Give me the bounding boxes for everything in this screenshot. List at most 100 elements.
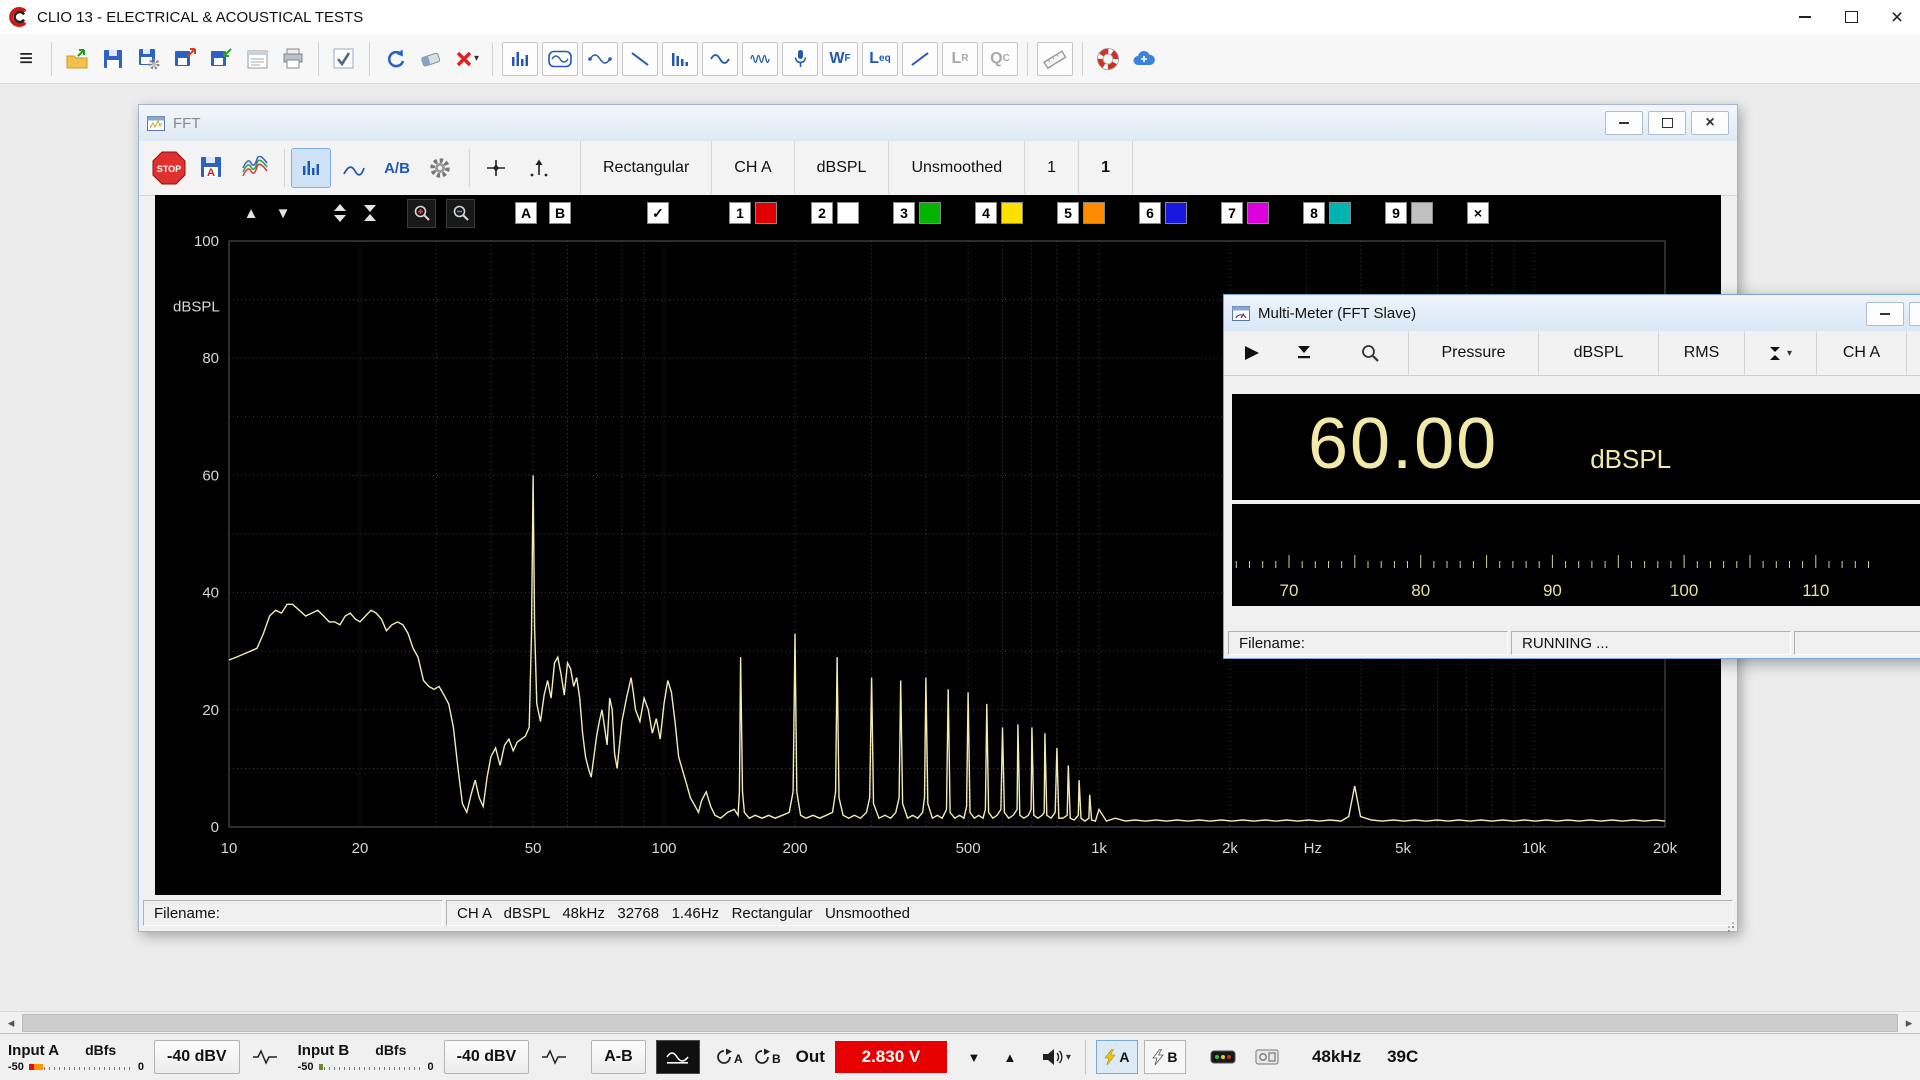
mm-channel-dropdown[interactable]: CH A [1816, 331, 1906, 375]
output-level-display[interactable]: 2.830 V [835, 1041, 947, 1073]
range-button[interactable]: ▾ [1744, 331, 1816, 375]
multimeter-minimize-button[interactable] [1866, 302, 1904, 326]
linearity-button[interactable] [902, 42, 938, 76]
delete-dropdown-caret[interactable]: ▾ [474, 53, 479, 64]
input-b-monitor-button[interactable] [535, 1041, 573, 1073]
marker-1-button[interactable]: 1 [729, 202, 751, 224]
marker-6-button[interactable]: 6 [1139, 202, 1161, 224]
quantity-dropdown[interactable]: Pressure [1408, 331, 1538, 375]
input-b-gain-button[interactable]: -40 dBV [444, 1040, 530, 1074]
undo-button[interactable] [377, 41, 413, 77]
fft-close-button[interactable]: × [1691, 111, 1729, 135]
level-meter-button[interactable] [1204, 1041, 1242, 1073]
fft-analyzer-button[interactable] [502, 42, 538, 76]
phantom-a-button[interactable]: A [1096, 1040, 1138, 1074]
shift-curve-up-button[interactable]: ▲ [241, 205, 261, 222]
loopback-a-button[interactable]: A [710, 1041, 748, 1073]
resize-grip[interactable] [1724, 918, 1734, 928]
delete-all-button[interactable]: ▾ [449, 41, 485, 77]
ab-difference-button[interactable]: A-B [591, 1040, 645, 1074]
erase-button[interactable] [413, 41, 449, 77]
oscilloscope-button[interactable] [542, 42, 578, 76]
loopback-b-button[interactable]: B [748, 1041, 786, 1073]
fft-settings-button[interactable] [420, 148, 460, 188]
magnify-button[interactable] [1348, 334, 1392, 372]
marker-8-color-swatch[interactable] [1329, 202, 1351, 224]
multimeter-maximize-button[interactable] [1909, 302, 1920, 326]
save-curve-button[interactable]: A [192, 148, 232, 188]
marker-4-color-swatch[interactable] [1001, 202, 1023, 224]
scroll-left-button[interactable]: ◂ [0, 1012, 22, 1034]
marker-3-color-swatch[interactable] [919, 202, 941, 224]
wow-flutter-button[interactable]: WF [822, 42, 858, 76]
load-button[interactable] [59, 41, 95, 77]
scrollbar-thumb[interactable] [22, 1014, 1898, 1032]
input-a-monitor-button[interactable] [246, 1041, 284, 1073]
maximize-button[interactable] [1828, 0, 1874, 34]
temperature-label[interactable]: 39C [1387, 1047, 1418, 1067]
peak-reset-button[interactable] [1282, 334, 1326, 372]
smoothing-dropdown[interactable]: Unsmoothed [888, 141, 1024, 195]
save-button[interactable] [95, 41, 131, 77]
notes-button[interactable] [239, 41, 275, 77]
fft-minimize-button[interactable] [1605, 111, 1643, 135]
expand-scale-button[interactable] [333, 204, 347, 222]
zoom-out-button[interactable] [446, 199, 475, 228]
marker-6-color-swatch[interactable] [1165, 202, 1187, 224]
detector-dropdown[interactable]: RMS [1658, 331, 1744, 375]
speaker-dropdown-caret[interactable]: ▾ [1066, 1052, 1071, 1063]
ruler-button[interactable] [1037, 42, 1073, 76]
audio-device-button[interactable] [1248, 1041, 1286, 1073]
narrowband-button[interactable] [291, 148, 331, 188]
verify-button[interactable] [326, 41, 362, 77]
fft-titlebar[interactable]: FFT × [139, 105, 1737, 141]
stop-button[interactable]: STOP [149, 148, 189, 188]
save-setup-button[interactable] [131, 41, 167, 77]
input-a-gain-button[interactable]: -40 dBV [154, 1040, 240, 1074]
mls-button[interactable] [662, 42, 698, 76]
unit-dropdown[interactable]: dBSPL [794, 141, 889, 195]
marker-9-button[interactable]: 9 [1385, 202, 1407, 224]
close-button[interactable]: × [1874, 0, 1920, 34]
sinusoidal-button[interactable] [702, 42, 738, 76]
print-button[interactable] [275, 41, 311, 77]
marker-2-button[interactable]: 2 [811, 202, 833, 224]
signal-analysis-button[interactable] [582, 42, 618, 76]
peak-track-button[interactable] [519, 148, 559, 188]
chirp-button[interactable] [742, 42, 778, 76]
monitor-speaker-button[interactable]: ▾ [1037, 1041, 1075, 1073]
fft-maximize-button[interactable] [1648, 111, 1686, 135]
marker-4-button[interactable]: 4 [975, 202, 997, 224]
qc-button[interactable]: QC [982, 42, 1018, 76]
marker-5-button[interactable]: 5 [1057, 202, 1079, 224]
phantom-b-button[interactable]: B [1144, 1040, 1186, 1074]
channel-dropdown[interactable]: CH A [711, 141, 793, 195]
mic-sensitivity-button[interactable] [782, 42, 818, 76]
ab-compare-button[interactable]: A/B [377, 148, 417, 188]
multimeter-titlebar[interactable]: Multi-Meter (FFT Slave) × [1224, 295, 1920, 331]
marker-5-color-swatch[interactable] [1083, 202, 1105, 224]
export-button[interactable] [167, 41, 203, 77]
curve-a-button[interactable]: A [515, 202, 537, 224]
scroll-right-button[interactable]: ▸ [1898, 1012, 1920, 1034]
generator-button[interactable] [656, 1040, 700, 1074]
cloud-sync-button[interactable] [1126, 41, 1162, 77]
waterfall-button[interactable] [235, 148, 275, 188]
help-button[interactable] [1090, 41, 1126, 77]
marker-8-button[interactable]: 8 [1303, 202, 1325, 224]
curve-b-button[interactable]: B [549, 202, 571, 224]
marker-7-color-swatch[interactable] [1247, 202, 1269, 224]
zoom-in-button[interactable] [407, 199, 436, 228]
octave-bands-button[interactable] [334, 148, 374, 188]
horizontal-scrollbar[interactable]: ◂ ▸ [0, 1011, 1920, 1033]
compress-scale-button[interactable] [363, 204, 377, 222]
mode-dropdown[interactable]: SI [1906, 331, 1920, 375]
marker-1-color-swatch[interactable] [755, 202, 777, 224]
leq-button[interactable]: Leq [862, 42, 898, 76]
import-button[interactable] [203, 41, 239, 77]
output-down-button[interactable]: ▼ [961, 1050, 987, 1065]
fft-size-dropdown[interactable]: 1 [1024, 141, 1078, 195]
marker-9-color-swatch[interactable] [1411, 202, 1433, 224]
marker-7-button[interactable]: 7 [1221, 202, 1243, 224]
mm-unit-dropdown[interactable]: dBSPL [1538, 331, 1658, 375]
